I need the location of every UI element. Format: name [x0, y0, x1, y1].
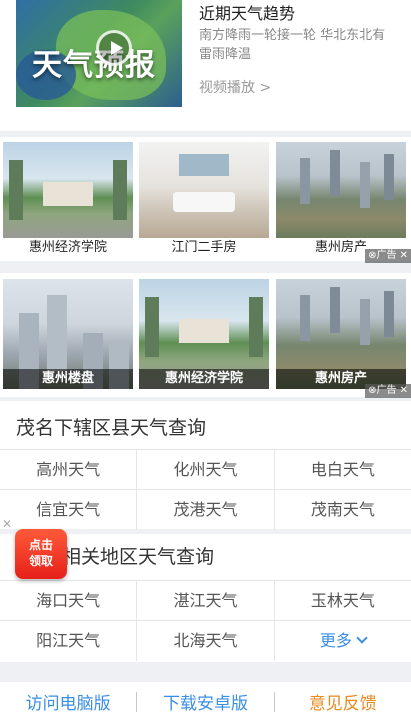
grid-row: 海口天气 湛江天气 玉林天气 [0, 581, 411, 621]
weather-page: 天气预报 近期天气趋势 南方降雨一轮接一轮 华北东北有雷雨降温 视频播放 > 惠… [0, 0, 411, 721]
city-weather-link[interactable]: 湛江天气 [137, 581, 275, 620]
ad-caption: 惠州楼盘 [3, 369, 133, 389]
ad-tag-close[interactable]: ⊗广告 ✕ [365, 384, 411, 398]
play-icon[interactable] [96, 30, 132, 66]
ad-grid-1: 惠州经济学院 江门二手房 惠州房产 ⊗广告 ✕ [0, 137, 411, 263]
video-play-link[interactable]: 视频播放 > [199, 77, 271, 97]
video-news-card[interactable]: 天气预报 近期天气趋势 南方降雨一轮接一轮 华北东北有雷雨降温 视频播放 > [0, 0, 411, 131]
ad-caption: 江门二手房 [139, 238, 269, 258]
weather-forecast-logo: 天气预报 [32, 48, 156, 83]
promo-badge-button[interactable]: 点击 领取 [15, 529, 67, 579]
video-title[interactable]: 近期天气趋势 [199, 0, 295, 24]
city-weather-link[interactable]: 高州天气 [0, 450, 138, 489]
ad-tile[interactable]: 惠州经济学院 [139, 279, 269, 389]
city-weather-link[interactable]: 电白天气 [275, 450, 411, 489]
ad-grid-2: 惠州楼盘 惠州经济学院 惠州房产 ⊗广告 ✕ [0, 273, 411, 398]
city-weather-link[interactable]: 海口天气 [0, 581, 138, 620]
city-weather-link[interactable]: 北海天气 [137, 621, 275, 661]
city-weather-link[interactable]: 茂港天气 [137, 490, 275, 530]
promo-label-line2: 领取 [28, 554, 53, 568]
city-link-grid: 海口天气 湛江天气 玉林天气 阳江天气 北海天气 更多 [0, 580, 411, 661]
section-title: 相关地区天气查询 [62, 546, 215, 568]
city-weather-link[interactable]: 茂南天气 [275, 490, 411, 530]
campus-image [3, 142, 133, 238]
grid-row: 信宜天气 茂港天气 茂南天气 [0, 490, 411, 530]
city-weather-link[interactable]: 阳江天气 [0, 621, 138, 661]
city-weather-link[interactable]: 化州天气 [137, 450, 275, 489]
ad-tile[interactable]: 惠州房产 [276, 142, 406, 258]
city-link-grid: 高州天气 化州天气 电白天气 信宜天气 茂港天气 茂南天气 [0, 449, 411, 530]
video-thumbnail[interactable]: 天气预报 [16, 0, 182, 107]
living-room-image [139, 142, 269, 238]
ad-tile[interactable]: 江门二手房 [139, 142, 269, 258]
city-weather-link[interactable]: 信宜天气 [0, 490, 138, 530]
feedback-link[interactable]: 意见反馈 [275, 689, 411, 714]
ad-tile[interactable]: 惠州房产 [276, 279, 406, 389]
ad-caption: 惠州经济学院 [3, 238, 133, 258]
section-title: 茂名下辖区县天气查询 [16, 417, 207, 439]
more-label: 更多 [319, 631, 352, 650]
android-download-link[interactable]: 下载安卓版 [137, 689, 273, 714]
county-weather-section: 茂名下辖区县天气查询 高州天气 化州天气 电白天气 信宜天气 茂港天气 茂南天气 [0, 401, 411, 530]
more-button[interactable]: 更多 [275, 621, 411, 661]
chevron-down-icon [356, 632, 368, 644]
city-weather-link[interactable]: 玉林天气 [275, 581, 411, 620]
ad-caption: 惠州经济学院 [139, 369, 269, 389]
ad-tile[interactable]: 惠州经济学院 [3, 142, 133, 258]
grid-row: 高州天气 化州天气 电白天气 [0, 450, 411, 490]
city-image [276, 142, 406, 238]
desktop-version-link[interactable]: 访问电脑版 [0, 689, 136, 714]
footer-links: 访问电脑版 下载安卓版 意见反馈 [0, 682, 411, 721]
grid-row: 阳江天气 北海天气 更多 [0, 621, 411, 661]
promo-close-icon[interactable]: ✕ [2, 517, 12, 531]
ad-tile[interactable]: 惠州楼盘 [3, 279, 133, 389]
promo-label-line1: 点击 [28, 538, 53, 552]
video-description: 南方降雨一轮接一轮 华北东北有雷雨降温 [199, 28, 386, 62]
ad-tag-close[interactable]: ⊗广告 ✕ [365, 249, 411, 263]
